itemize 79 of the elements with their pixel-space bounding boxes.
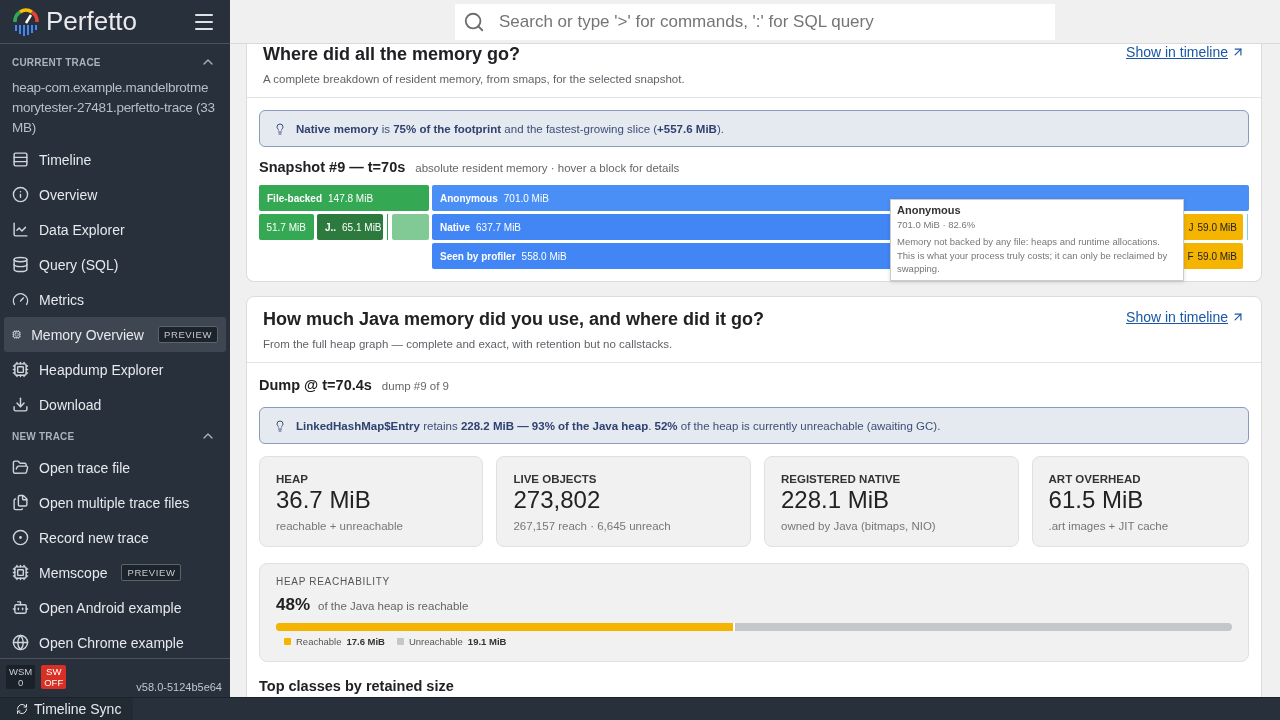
sidebar-item[interactable]: Data Explorer [4, 212, 226, 247]
sidebar-item[interactable]: Open Android example [4, 590, 226, 625]
timeline-sync-button[interactable]: Timeline Sync [0, 698, 134, 720]
rows-icon [12, 151, 29, 168]
metric-label: HEAP [276, 473, 309, 485]
sidebar-item[interactable]: Memory Overview PREVIEW [4, 317, 226, 352]
card-title: How much Java memory did you use, and where did it go? [263, 309, 765, 330]
sidebar-item[interactable]: Metrics [4, 282, 226, 317]
lightbulb-icon [274, 419, 286, 432]
metric-label: LIVE OBJECTS [513, 473, 598, 485]
sidebar-item[interactable]: Heapdump Explorer [4, 352, 226, 387]
sync-icon [16, 703, 28, 715]
metric-note: .art images + JIT cache [1048, 520, 1170, 532]
preview-badge: PREVIEW [121, 564, 182, 581]
snapshot-title: Snapshot #9 — t=70s [259, 159, 406, 175]
reachable-percent: 48% [276, 595, 311, 615]
metric-value: 273,802 [513, 486, 602, 514]
card-title: Where did all the memory go? [263, 44, 522, 65]
legend-label: Unreachable [408, 636, 463, 647]
app-title: Perfetto [46, 6, 139, 37]
metric-note: 267,157 reach · 6,645 unreach [513, 520, 672, 532]
metric-label: ART OVERHEAD [1048, 473, 1142, 485]
sidebar-item[interactable]: Overview [4, 177, 226, 212]
gauge-icon [12, 291, 29, 308]
sidebar-item[interactable]: Record new trace [4, 520, 226, 555]
legend-value: 17.6 MiB [346, 636, 385, 647]
metric-value: 36.7 MiB [276, 486, 372, 514]
wsm-badge: WSM 0 [6, 665, 36, 689]
chip-icon [12, 361, 29, 378]
sidebar-item[interactable]: Open Chrome example [4, 625, 226, 658]
download-icon [12, 396, 29, 413]
dump-hint: dump #9 of 9 [381, 380, 449, 392]
card-subtitle: A complete breakdown of resident memory, from smaps, for the selected snapshot. [263, 73, 685, 85]
metric-value: 61.5 MiB [1048, 486, 1145, 514]
legend-label: Reachable [296, 636, 342, 647]
trace-name: heap-com.example.mandelbrotmemorytester-27481.perfetto-trace (33 MB) [11, 79, 216, 137]
globe-icon [12, 634, 29, 651]
version-text: v58.0-5124b5e64 [136, 681, 222, 693]
line-chart-icon [12, 221, 29, 238]
snapshot-hint: absolute resident memory · hover a block for details [415, 162, 680, 174]
sidebar-item[interactable]: Open multiple trace files [4, 485, 226, 520]
database-icon [12, 256, 29, 273]
sidebar-item[interactable]: Open trace file [4, 450, 226, 485]
callout-text: Native memory is 75% of the footprint and the fastest-growing slice (+557.6 MiB). [296, 122, 724, 135]
folder-icon [12, 459, 29, 476]
sw-badge: SW OFF [41, 665, 67, 689]
sidebar-item[interactable]: Memscope PREVIEW [4, 555, 226, 590]
timeline-link[interactable]: Show in timeline [1126, 44, 1245, 60]
callout-text: LinkedHashMap$Entry retains 228.2 MiB — 93% of the Java heap. 52% of the heap is currently unreachable (awaiting GC). [296, 419, 941, 432]
metric-value: 228.1 MiB [781, 486, 891, 514]
card-subtitle: From the full heap graph — complete and exact, with retention but no callstacks. [263, 338, 674, 350]
record-icon [12, 529, 29, 546]
info-icon [12, 186, 29, 203]
sidebar-item[interactable]: Query (SQL) [4, 247, 226, 282]
search-icon [463, 10, 485, 33]
panel-heading: HEAP REACHABILITY [276, 576, 391, 587]
search-field[interactable]: Search or type '>' for commands, ':' for SQL query [455, 3, 1055, 40]
section-heading: Top classes by retained size [259, 678, 455, 694]
treemap-block[interactable]: J 59.0 MiB [1183, 214, 1243, 240]
metric-note: owned by Java (bitmaps, NIO) [781, 520, 937, 532]
chip-icon [12, 564, 29, 581]
section-heading: CURRENT TRACE [12, 56, 101, 68]
files-icon [12, 494, 29, 511]
preview-badge: PREVIEW [158, 326, 218, 343]
logo-icon [12, 6, 40, 37]
lightbulb-icon [274, 122, 286, 135]
reachable-caption: of the Java heap is reachable [318, 600, 469, 612]
timeline-link[interactable]: Show in timeline [1126, 309, 1245, 325]
sidebar-item[interactable]: Download [4, 387, 226, 422]
sidebar-item[interactable]: Timeline [4, 142, 226, 177]
robot-icon [12, 599, 29, 616]
metric-note: reachable + unreachable [276, 520, 404, 532]
legend-value: 19.1 MiB [467, 636, 507, 647]
section-heading: NEW TRACE [12, 430, 75, 442]
treemap-block[interactable]: F 59.0 MiB [1183, 243, 1243, 269]
metric-label: REGISTERED NATIVE [781, 473, 902, 485]
tooltip-meta: 701.0 MiB · 82.6% [897, 217, 977, 231]
treemap-block[interactable]: J.. 65.1 MiB [316, 214, 383, 240]
dump-title: Dump @ t=70.4s [259, 377, 372, 393]
